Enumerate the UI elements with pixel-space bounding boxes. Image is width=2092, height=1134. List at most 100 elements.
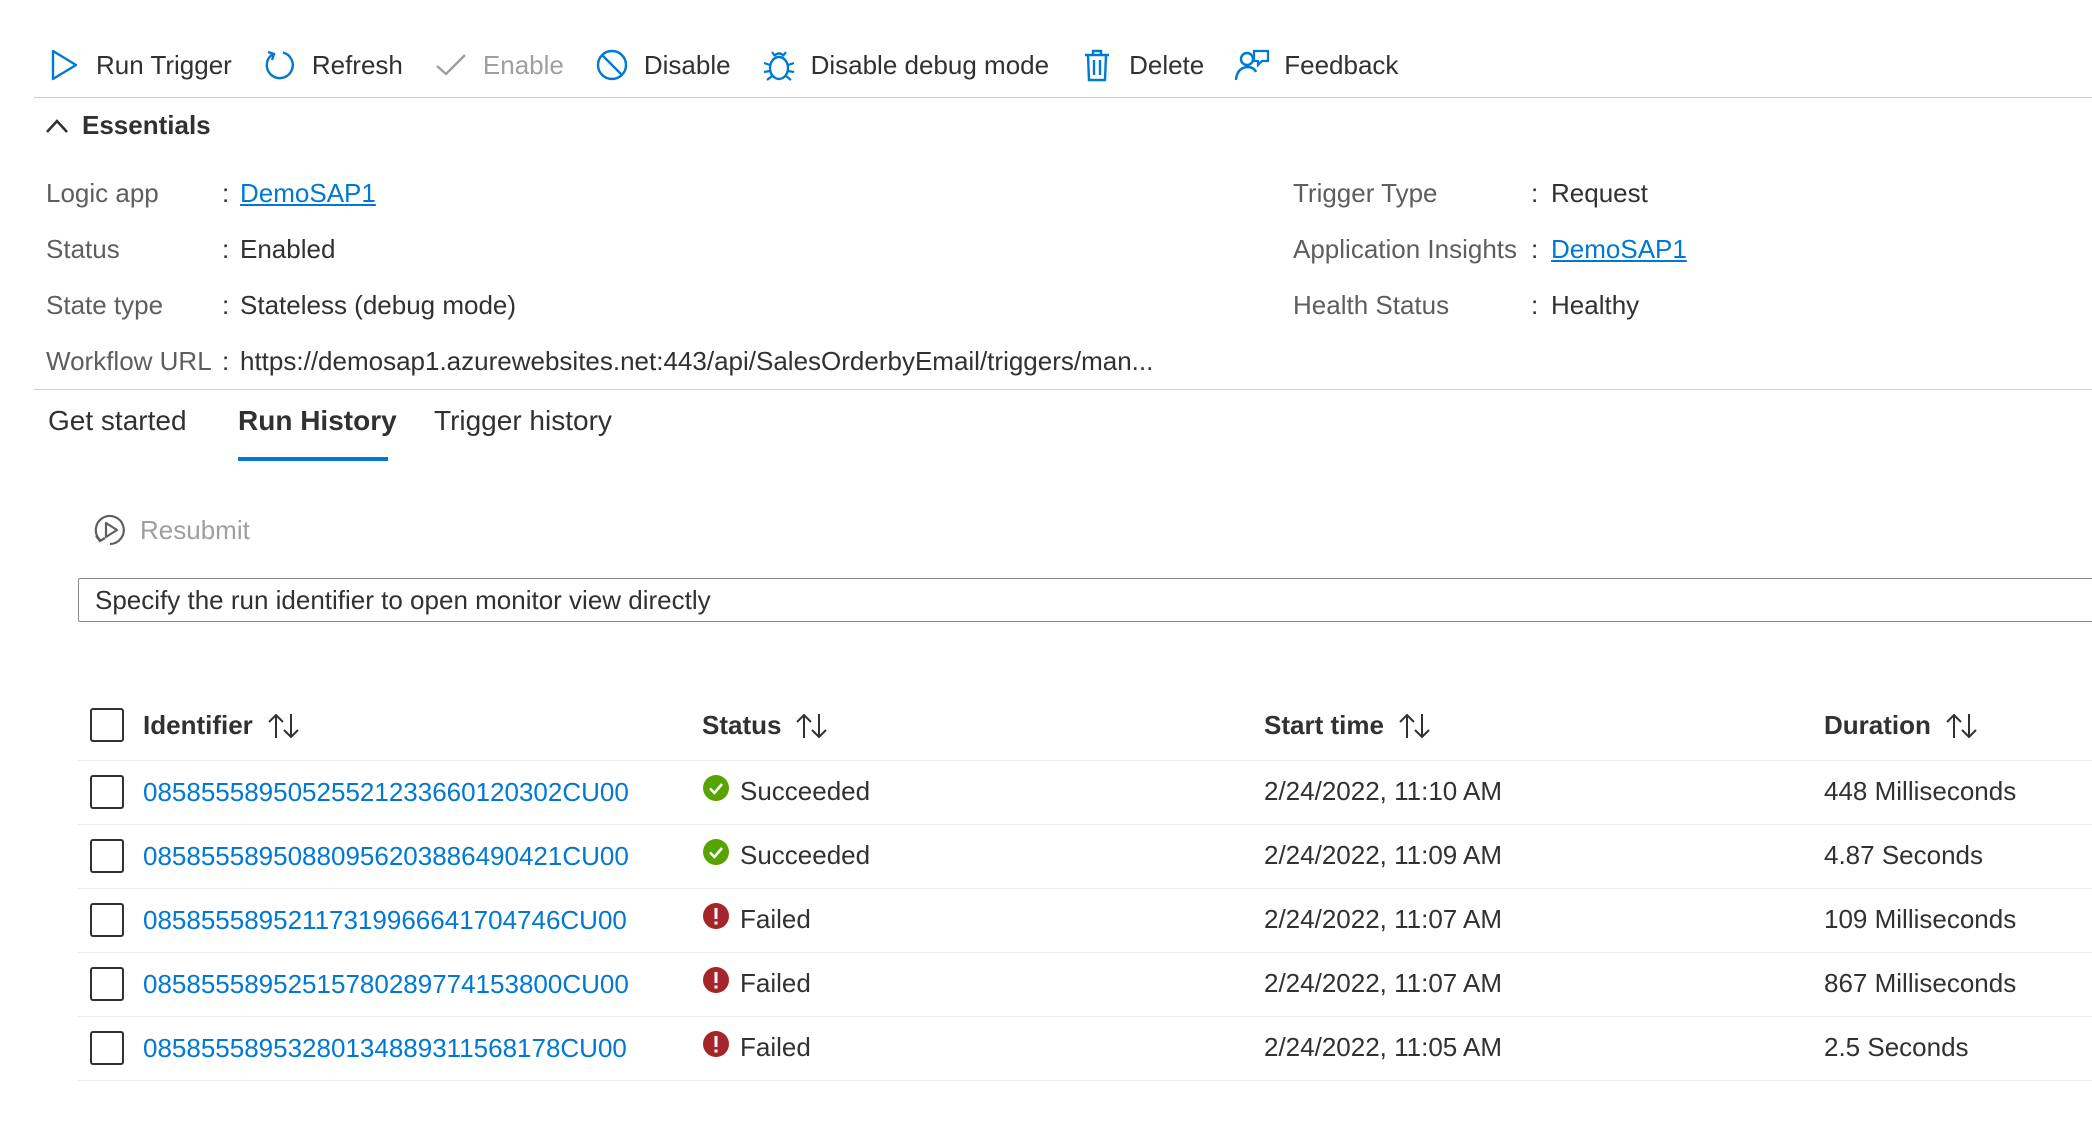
essentials-toggle[interactable]: Essentials bbox=[44, 110, 211, 141]
table-header: Identifier Status Start time Duration bbox=[78, 696, 2092, 761]
sort-icon bbox=[1398, 712, 1432, 740]
application-insights-key: Application Insights bbox=[1293, 234, 1518, 264]
run-history-table: Identifier Status Start time Duration 08… bbox=[78, 696, 2092, 1081]
application-insights-link[interactable]: DemoSAP1 bbox=[1551, 234, 1687, 265]
run-duration: 109 Milliseconds bbox=[1824, 904, 2017, 934]
run-trigger-button[interactable]: Run Trigger bbox=[46, 40, 232, 90]
success-check-icon bbox=[703, 838, 729, 865]
essentials-divider bbox=[34, 389, 2092, 390]
table-row[interactable]: 08585558952117319966641704746CU00 Failed 2… bbox=[78, 889, 2092, 953]
row-checkbox[interactable] bbox=[90, 903, 124, 937]
run-start-time: 2/24/2022, 11:09 AM bbox=[1264, 840, 1503, 870]
table-row[interactable]: 08585558952515780289774153800CU00 Failed 2… bbox=[78, 953, 2092, 1017]
disable-label: Disable bbox=[643, 49, 731, 80]
feedback-icon bbox=[1234, 47, 1270, 83]
run-status: Succeeded bbox=[702, 838, 871, 871]
duration-header-label: Duration bbox=[1824, 710, 1931, 740]
start-time-column-header[interactable]: Start time bbox=[1264, 710, 1432, 741]
enable-label: Enable bbox=[482, 49, 564, 80]
run-identifier-link[interactable]: 08585558953280134889311568178CU00 bbox=[143, 1033, 627, 1064]
status-header-label: Status bbox=[702, 710, 782, 740]
refresh-icon bbox=[262, 47, 298, 83]
essentials-trigger-type: Trigger Type : Request bbox=[1293, 178, 1648, 209]
colon: : bbox=[1531, 178, 1539, 208]
tab-get-started[interactable]: Get started bbox=[48, 405, 187, 437]
trigger-type-value: Request bbox=[1551, 178, 1648, 208]
table-row[interactable]: 08585558950880956203886490421CU00 Succeed… bbox=[78, 825, 2092, 889]
enable-button[interactable]: Enable bbox=[433, 40, 564, 90]
trash-icon bbox=[1079, 47, 1115, 83]
row-checkbox[interactable] bbox=[90, 775, 124, 809]
run-status-label: Succeeded bbox=[740, 776, 871, 806]
run-start-time: 2/24/2022, 11:07 AM bbox=[1264, 904, 1503, 934]
feedback-label: Feedback bbox=[1284, 49, 1399, 80]
run-duration: 448 Milliseconds bbox=[1824, 776, 2017, 806]
colon: : bbox=[222, 346, 230, 376]
run-identifier-link[interactable]: 08585558952515780289774153800CU00 bbox=[143, 969, 629, 1000]
start-time-header-label: Start time bbox=[1264, 710, 1384, 740]
row-checkbox[interactable] bbox=[90, 1031, 124, 1065]
run-identifier-input[interactable] bbox=[78, 578, 2092, 622]
essentials-state-type: State type : Stateless (debug mode) bbox=[46, 290, 516, 321]
delete-label: Delete bbox=[1129, 49, 1205, 80]
run-status-label: Failed bbox=[740, 1032, 811, 1062]
run-status: Succeeded bbox=[702, 774, 871, 807]
chevron-up-icon bbox=[46, 118, 68, 133]
duration-column-header[interactable]: Duration bbox=[1824, 710, 1979, 741]
table-row[interactable]: 08585558953280134889311568178CU00 Failed 2… bbox=[78, 1017, 2092, 1081]
run-identifier-link[interactable]: 08585558950880956203886490421CU00 bbox=[143, 841, 629, 872]
status-key: Status bbox=[46, 234, 120, 264]
success-check-icon bbox=[703, 774, 729, 801]
run-duration: 2.5 Seconds bbox=[1824, 1032, 1969, 1062]
colon: : bbox=[1531, 290, 1539, 320]
status-column-header[interactable]: Status bbox=[702, 710, 829, 741]
feedback-button[interactable]: Feedback bbox=[1234, 40, 1398, 90]
run-status-label: Succeeded bbox=[740, 840, 871, 870]
refresh-button[interactable]: Refresh bbox=[262, 40, 403, 90]
health-status-key: Health Status bbox=[1293, 290, 1450, 320]
row-checkbox[interactable] bbox=[90, 967, 124, 1001]
bug-icon bbox=[761, 47, 797, 83]
play-icon bbox=[46, 47, 82, 83]
error-icon bbox=[703, 966, 729, 993]
checkmark-icon bbox=[433, 47, 469, 83]
essentials-title: Essentials bbox=[82, 110, 211, 140]
run-status: Failed bbox=[702, 1030, 811, 1063]
row-checkbox[interactable] bbox=[90, 839, 124, 873]
identifier-header-label: Identifier bbox=[143, 710, 253, 740]
refresh-label: Refresh bbox=[311, 49, 403, 80]
table-row[interactable]: 08585558950525521233660120302CU00 Succeed… bbox=[78, 761, 2092, 825]
run-trigger-label: Run Trigger bbox=[96, 49, 232, 80]
status-value: Enabled bbox=[240, 234, 336, 264]
resubmit-button[interactable]: Resubmit bbox=[92, 512, 250, 548]
logic-app-key: Logic app bbox=[46, 178, 159, 208]
workflow-url-value: https://demosap1.azurewebsites.net:443/a… bbox=[240, 346, 1154, 376]
identifier-column-header[interactable]: Identifier bbox=[143, 710, 301, 741]
disable-button[interactable]: Disable bbox=[594, 40, 731, 90]
tab-run-history[interactable]: Run History bbox=[238, 405, 397, 437]
run-duration: 4.87 Seconds bbox=[1824, 840, 1984, 870]
resubmit-label: Resubmit bbox=[140, 514, 250, 545]
essentials-application-insights: Application Insights : DemoSAP1 bbox=[1293, 234, 1687, 265]
essentials-status: Status : Enabled bbox=[46, 234, 335, 265]
active-tab-indicator bbox=[238, 457, 388, 461]
run-status-label: Failed bbox=[740, 904, 811, 934]
run-identifier-link[interactable]: 08585558950525521233660120302CU00 bbox=[143, 777, 629, 808]
tab-trigger-history[interactable]: Trigger history bbox=[434, 405, 612, 437]
select-all-checkbox[interactable] bbox=[90, 708, 124, 742]
essentials-workflow-url: Workflow URL : https://demosap1.azureweb… bbox=[46, 346, 1153, 377]
colon: : bbox=[222, 234, 230, 264]
state-type-key: State type bbox=[46, 290, 164, 320]
trigger-type-key: Trigger Type bbox=[1293, 178, 1438, 208]
delete-button[interactable]: Delete bbox=[1079, 40, 1204, 90]
run-identifier-link[interactable]: 08585558952117319966641704746CU00 bbox=[143, 905, 627, 936]
error-icon bbox=[703, 902, 729, 929]
logic-app-link[interactable]: DemoSAP1 bbox=[240, 178, 376, 209]
run-start-time: 2/24/2022, 11:07 AM bbox=[1264, 968, 1503, 998]
run-start-time: 2/24/2022, 11:10 AM bbox=[1264, 776, 1503, 806]
block-icon bbox=[594, 47, 630, 83]
colon: : bbox=[222, 178, 230, 208]
health-status-value: Healthy bbox=[1551, 290, 1640, 320]
disable-debug-mode-button[interactable]: Disable debug mode bbox=[761, 40, 1049, 90]
essentials-logic-app: Logic app : DemoSAP1 bbox=[46, 178, 376, 209]
